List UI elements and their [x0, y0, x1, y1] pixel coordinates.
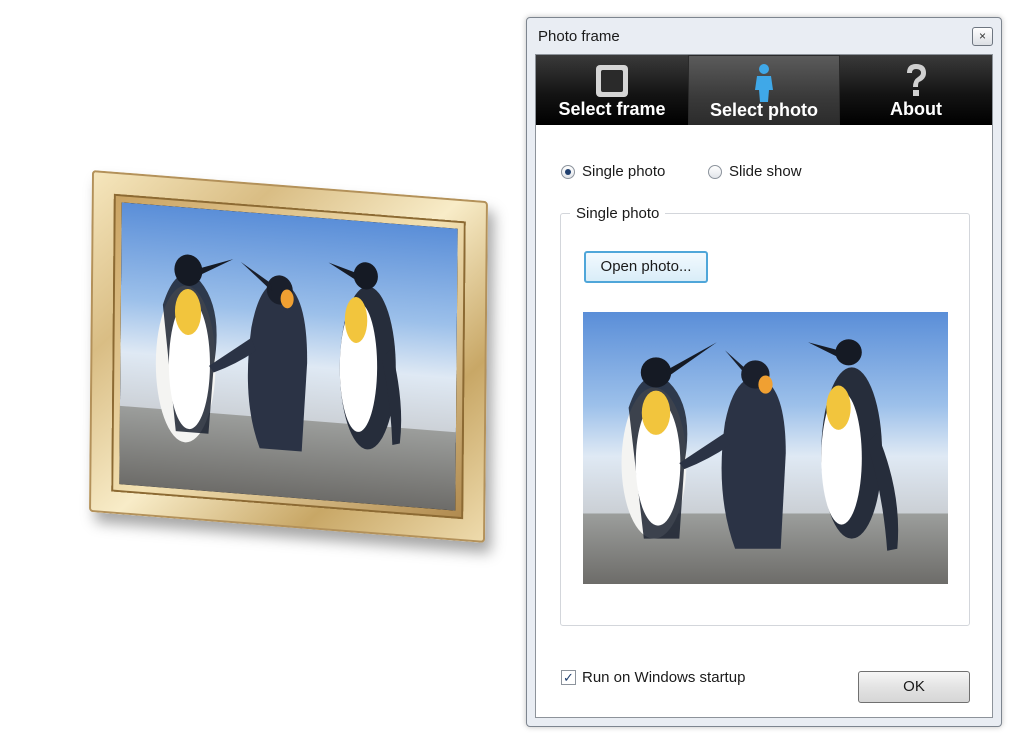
penguins-image	[119, 202, 458, 511]
photo-frame-widget[interactable]	[89, 170, 488, 543]
startup-option[interactable]: ✓ Run on Windows startup	[561, 669, 745, 686]
radio-dot	[708, 164, 722, 179]
open-photo-button[interactable]: Open photo...	[584, 251, 708, 283]
radio-dot-checked	[561, 164, 575, 179]
tab-bar: Select frame Select photo About	[536, 55, 992, 125]
penguins-preview-image	[583, 312, 948, 584]
startup-checkbox[interactable]: ✓	[561, 670, 576, 685]
close-icon: ×	[978, 29, 986, 43]
mode-options: Single photo Slide show	[561, 163, 992, 183]
ok-button[interactable]: OK	[858, 671, 970, 703]
tab-select-photo[interactable]: Select photo	[688, 55, 841, 125]
tab-about-label: About	[890, 99, 942, 119]
photo-preview	[583, 312, 948, 584]
title-bar[interactable]: Photo frame ×	[527, 18, 1001, 54]
slide-show-radio-label: Slide show	[729, 163, 802, 180]
tab-select-frame-label: Select frame	[558, 99, 666, 119]
single-photo-radio-label: Single photo	[582, 163, 666, 180]
dialog-client-area: Select frame Select photo About Single p…	[535, 54, 993, 718]
window-title: Photo frame	[538, 28, 620, 45]
photo-frame-dialog: Photo frame × Select frame Select photo	[526, 17, 1002, 727]
close-button[interactable]: ×	[972, 27, 993, 46]
tab-select-photo-label: Select photo	[710, 100, 819, 120]
single-photo-radio[interactable]: Single photo	[561, 163, 665, 180]
single-photo-group: Single photo Open photo...	[560, 205, 970, 626]
single-photo-group-label: Single photo	[570, 205, 666, 222]
startup-checkbox-label: Run on Windows startup	[582, 669, 746, 686]
tab-select-frame[interactable]: Select frame	[536, 55, 688, 125]
framed-photo	[119, 202, 458, 511]
tab-about[interactable]: About	[840, 55, 992, 125]
slide-show-radio[interactable]: Slide show	[708, 163, 802, 180]
checkmark-icon: ✓	[563, 670, 574, 685]
